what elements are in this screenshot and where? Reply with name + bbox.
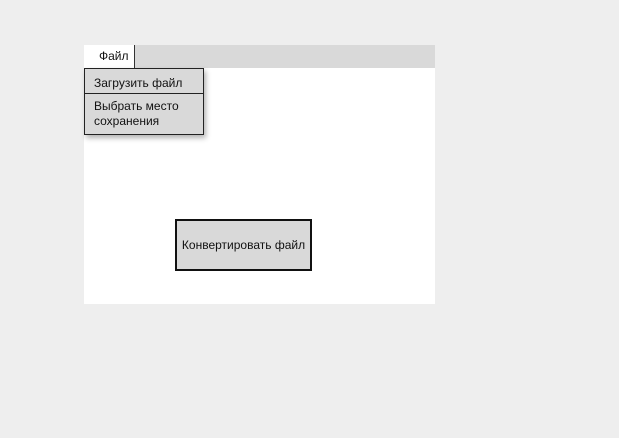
menu-item-choose-save-location[interactable]: Выбрать место сохранения [85,94,203,134]
menu-file[interactable]: Файл [84,45,135,68]
menubar: Файл [84,45,435,68]
file-dropdown-menu: Загрузить файл Выбрать место сохранения [84,68,204,135]
convert-file-button[interactable]: Конвертировать файл [175,219,312,271]
menu-item-upload-file[interactable]: Загрузить файл [85,69,203,94]
